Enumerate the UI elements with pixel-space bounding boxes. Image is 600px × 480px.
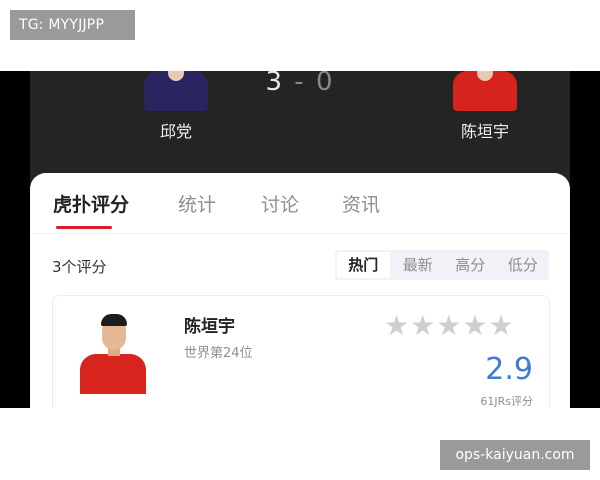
rating-votes: 61JRs评分 xyxy=(480,395,533,408)
score-right: 0 xyxy=(315,71,335,97)
sort-segmented-control: 热门 最新 高分 低分 xyxy=(335,250,549,280)
tab-bar: 虎扑评分 统计 讨论 资讯 xyxy=(30,173,570,233)
star-icon[interactable]: ★ xyxy=(488,309,514,342)
rating-count: 3个评分 xyxy=(52,258,107,276)
sort-newest[interactable]: 最新 xyxy=(392,250,445,280)
tab-discussion[interactable]: 讨论 xyxy=(261,190,299,217)
rating-panel: 虎扑评分 统计 讨论 资讯 3个评分 热门 最新 高分 低分 陈垣宇 世界第24… xyxy=(30,173,570,408)
tab-stats[interactable]: 统计 xyxy=(178,190,216,217)
star-icon[interactable]: ★ xyxy=(410,309,436,342)
active-tab-indicator xyxy=(56,226,112,229)
player-left-name: 邱党 xyxy=(159,122,192,141)
card-player-name: 陈垣宇 xyxy=(184,317,235,337)
tab-divider xyxy=(30,233,570,234)
page: TG: MYYJJPP 邱党 3 - 0 陈垣宇 虎扑评分 统计 讨论 资讯 3… xyxy=(0,0,600,480)
player-rating-card[interactable]: 陈垣宇 世界第24位 ★★★★★ 2.9 61JRs评分 xyxy=(52,295,550,408)
score-left: 3 xyxy=(265,71,285,97)
tab-news[interactable]: 资讯 xyxy=(342,190,380,217)
sort-low[interactable]: 低分 xyxy=(497,250,550,280)
sort-hot[interactable]: 热门 xyxy=(337,252,390,278)
watermark-bottom: ops-kaiyuan.com xyxy=(440,440,590,470)
sort-high[interactable]: 高分 xyxy=(444,250,497,280)
rating-score: 2.9 xyxy=(485,352,533,387)
star-icon[interactable]: ★ xyxy=(462,309,488,342)
star-icon[interactable]: ★ xyxy=(436,309,462,342)
score-separator: - xyxy=(294,71,306,97)
player-avatar xyxy=(78,314,148,394)
watermark-top: TG: MYYJJPP xyxy=(10,10,135,40)
tab-hupu-rating[interactable]: 虎扑评分 xyxy=(53,190,129,217)
star-icon[interactable]: ★ xyxy=(384,309,410,342)
phone-screen: 邱党 3 - 0 陈垣宇 虎扑评分 统计 讨论 资讯 3个评分 热门 最新 高分… xyxy=(30,71,570,408)
player-right-jersey-image xyxy=(453,71,517,111)
screenshot-frame: 邱党 3 - 0 陈垣宇 虎扑评分 统计 讨论 资讯 3个评分 热门 最新 高分… xyxy=(0,71,600,408)
star-rating[interactable]: ★★★★★ xyxy=(384,312,515,340)
player-right-name: 陈垣宇 xyxy=(460,122,509,141)
card-player-rank: 世界第24位 xyxy=(184,346,253,361)
